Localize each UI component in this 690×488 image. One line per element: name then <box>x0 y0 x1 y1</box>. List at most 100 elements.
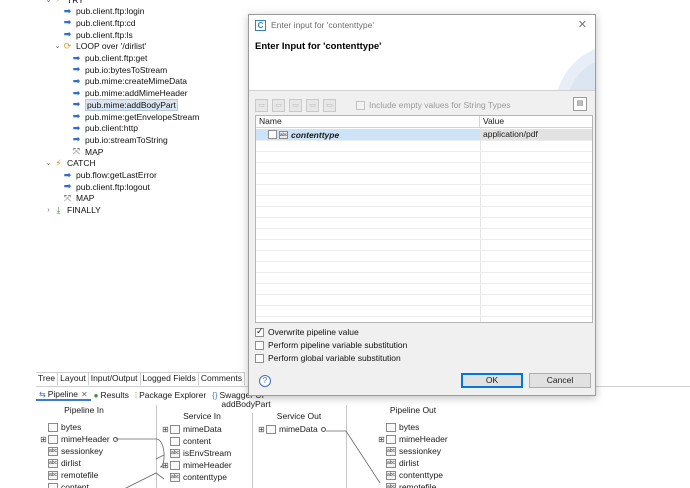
tree-item[interactable]: ➡ pub.io:bytesToStream <box>62 64 168 75</box>
tree-item[interactable]: › ⤓ FINALLY <box>44 205 101 216</box>
pipeline-variable[interactable]: content <box>40 481 89 488</box>
checkbox-box[interactable] <box>255 353 264 363</box>
tab-tree[interactable]: Tree <box>36 373 59 385</box>
table-view-icon[interactable]: ▤ <box>573 97 587 111</box>
table-row-divider <box>256 272 592 273</box>
help-icon[interactable]: ? <box>259 375 271 387</box>
document-icon <box>170 424 180 434</box>
pipeline-variable[interactable]: ⊞ mimeData <box>258 423 326 435</box>
pipeline-variable[interactable]: bytes <box>40 421 81 433</box>
tree-item[interactable]: ➡ pub.io:streamToString <box>62 134 168 145</box>
table-row-divider <box>256 283 592 284</box>
name-cell[interactable]: abc contenttype <box>256 130 480 140</box>
pipeline-variable[interactable]: abc dirlist <box>378 457 419 469</box>
tab-layout[interactable]: Layout <box>58 373 89 385</box>
pipeline-variable-label: contenttype <box>183 472 227 482</box>
global-substitution-checkbox[interactable]: Perform global variable substitution <box>255 353 401 363</box>
close-icon[interactable]: ✕ <box>578 18 587 31</box>
document-icon <box>170 460 180 470</box>
expand-icon[interactable]: ⊞ <box>378 435 386 444</box>
invoke-icon: ➡ <box>63 181 72 192</box>
pipeline-variable[interactable]: abc remotefile <box>40 469 98 481</box>
tree-item[interactable]: ➡ pub.client.ftp:cd <box>53 17 136 28</box>
string-type-icon: abc <box>48 470 58 480</box>
tree-item-label: pub.mime:addMimeHeader <box>85 88 188 99</box>
cancel-button[interactable]: Cancel <box>529 373 591 388</box>
dialog-titlebar[interactable]: C Enter input for 'contenttype' ✕ <box>249 15 595 35</box>
insert-row-icon[interactable]: ▭ <box>272 98 285 112</box>
expand-icon[interactable]: ⊞ <box>162 425 170 434</box>
expand-icon[interactable]: ⊞ <box>40 435 48 444</box>
ok-button[interactable]: OK <box>461 373 523 388</box>
pipeline-variable[interactable]: abc isEnvStream <box>162 447 231 459</box>
pipeline-variable[interactable]: abc sessionkey <box>378 445 441 457</box>
table-row-divider <box>256 316 592 317</box>
pipeline-variable[interactable]: ⊞ mimeHeader <box>378 433 448 445</box>
tab-comments[interactable]: Comments <box>198 373 245 385</box>
column-header-value[interactable]: Value <box>480 116 504 127</box>
tree-item[interactable]: ⌄ ⚡ CATCH <box>44 158 96 169</box>
tab-input-output[interactable]: Input/Output <box>88 373 141 385</box>
table-row-divider <box>256 140 592 141</box>
enter-input-dialog: C Enter input for 'contenttype' ✕ Enter … <box>248 14 596 396</box>
link-anchor-icon[interactable] <box>112 436 118 442</box>
tree-item-label: MAP <box>85 146 104 157</box>
move-up-icon[interactable]: ▭ <box>306 98 319 112</box>
tree-item[interactable]: ➡ pub.mime:addMimeHeader <box>62 88 188 99</box>
expand-twisty-icon[interactable]: ⌄ <box>44 0 53 4</box>
expand-icon[interactable]: ⊞ <box>162 461 170 470</box>
table-row-divider <box>256 239 592 240</box>
add-row-icon[interactable]: ▭ <box>255 98 268 112</box>
pipeline-variable[interactable]: abc contenttype <box>378 469 443 481</box>
pipeline-variable-label: dirlist <box>399 458 419 468</box>
pipeline-variable[interactable]: bytes <box>378 421 419 433</box>
pipeline-variable[interactable]: ⊞ mimeData <box>162 423 222 435</box>
pipeline-variable[interactable]: ⊞ mimeHeader <box>40 433 118 445</box>
tab-logged-fields[interactable]: Logged Fields <box>140 373 199 385</box>
checkbox-box[interactable] <box>255 326 264 337</box>
column-header-name[interactable]: Name <box>256 116 480 127</box>
pipeline-variable[interactable]: ⊞ mimeHeader <box>162 459 232 471</box>
tree-item[interactable]: ➡ pub.client.ftp:login <box>53 6 145 17</box>
pipeline-variable-label: mimeData <box>279 424 318 434</box>
tree-item[interactable]: ➡ pub.mime:addBodyPart <box>62 98 178 111</box>
move-down-icon[interactable]: ▭ <box>323 98 336 112</box>
include-empty-checkbox[interactable]: Include empty values for String Types <box>356 100 511 110</box>
table-row[interactable]: abc contenttype application/pdf <box>256 129 592 140</box>
pipeline-variable[interactable]: abc remotefile <box>378 481 436 488</box>
tree-item[interactable]: ➡ pub.mime:createMimeData <box>62 76 187 87</box>
table-row-divider <box>256 195 592 196</box>
tree-item[interactable]: ➡ pub.mime:getEnvelopeStream <box>62 111 200 122</box>
tree-item-label: pub.client:http <box>85 123 138 134</box>
tree-item[interactable]: ➡ pub.flow:getLastError <box>53 170 157 181</box>
tree-item[interactable]: ⤧ MAP <box>53 193 95 204</box>
tree-item[interactable]: ⤧ MAP <box>62 146 104 157</box>
pipeline-substitution-checkbox[interactable]: Perform pipeline variable substitution <box>255 340 407 350</box>
tree-item[interactable]: ⌄⚡TRY <box>44 0 84 5</box>
expand-twisty-icon[interactable]: › <box>44 207 53 214</box>
pipeline-variable-label: mimeHeader <box>183 460 232 470</box>
value-cell[interactable]: application/pdf <box>480 129 592 140</box>
table-header: Name Value <box>256 116 592 128</box>
tree-item[interactable]: ➡ pub.client.ftp:logout <box>53 181 150 192</box>
pipeline-variable[interactable]: content <box>162 435 211 447</box>
row-checkbox[interactable] <box>268 130 277 139</box>
tree-item[interactable]: ➡ pub.client.ftp:ls <box>53 29 133 40</box>
tree-item[interactable]: ➡ pub.client.ftp:get <box>62 53 148 64</box>
overwrite-pipeline-checkbox[interactable]: Overwrite pipeline value <box>255 326 359 337</box>
tree-item-label: pub.client.ftp:cd <box>76 17 136 28</box>
dialog-toolbar: ▭ ▭ ▭ ▭ ▭ Include empty values for Strin… <box>255 97 591 113</box>
checkbox-box[interactable] <box>255 340 264 350</box>
checkbox-box[interactable] <box>356 100 365 110</box>
delete-row-icon[interactable]: ▭ <box>289 98 302 112</box>
pipeline-variable[interactable]: abc dirlist <box>40 457 81 469</box>
link-anchor-icon[interactable] <box>320 426 326 432</box>
tree-item[interactable]: ⌄ ⟳ LOOP over '/dirlist' <box>53 41 147 52</box>
tree-item[interactable]: ➡ pub.client:http <box>62 123 138 134</box>
pipeline-variable[interactable]: abc contenttype <box>162 471 227 483</box>
expand-twisty-icon[interactable]: ⌄ <box>53 42 62 50</box>
tree-item-label: pub.io:bytesToStream <box>85 64 168 75</box>
expand-icon[interactable]: ⊞ <box>258 425 266 434</box>
pipeline-variable[interactable]: abc sessionkey <box>40 445 103 457</box>
expand-twisty-icon[interactable]: ⌄ <box>44 159 53 167</box>
